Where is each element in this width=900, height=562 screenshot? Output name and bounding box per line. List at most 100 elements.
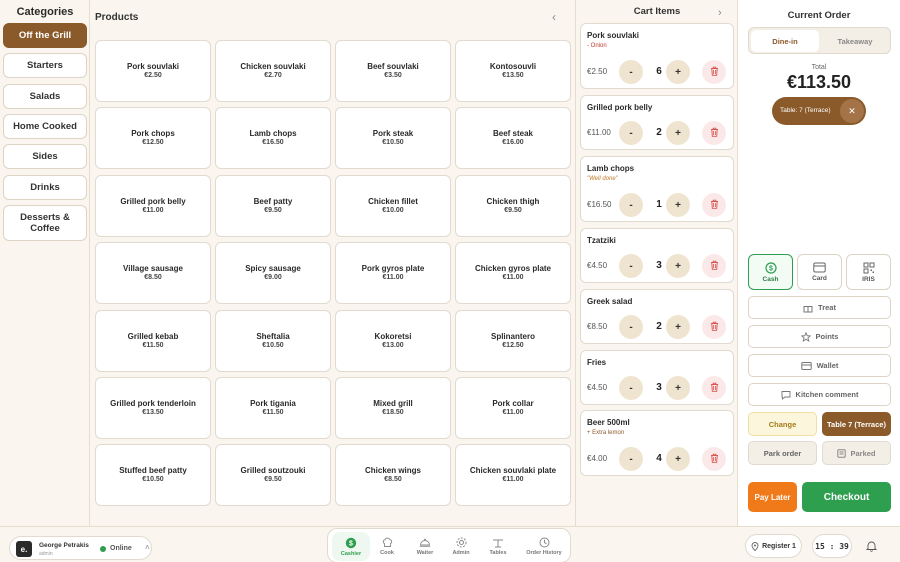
product-card[interactable]: Pork collar €11.00 <box>455 377 571 439</box>
main-nav: $ Cashier Cook Waiter Admin Tables Order… <box>327 528 571 562</box>
product-card[interactable]: Village sausage €8.50 <box>95 242 211 304</box>
product-card[interactable]: Grilled pork tenderloin €13.50 <box>95 377 211 439</box>
current-order-title: Current Order <box>787 10 851 21</box>
product-card[interactable]: Sheftalia €10.50 <box>215 310 331 372</box>
product-card[interactable]: Grilled pork belly €11.00 <box>95 175 211 237</box>
increase-qty-button[interactable]: + <box>666 193 690 217</box>
remove-item-button[interactable] <box>702 254 726 278</box>
product-name: Spicy sausage <box>245 263 301 273</box>
qr-icon <box>863 262 874 273</box>
parked-button[interactable]: Parked <box>822 441 891 465</box>
product-card[interactable]: Chicken wings €8.50 <box>335 444 451 506</box>
categories-panel: Categories Off the Grill Starters Salads… <box>0 0 90 526</box>
product-card[interactable]: Spicy sausage €9.00 <box>215 242 331 304</box>
decrease-qty-button[interactable]: - <box>619 315 643 339</box>
takeaway-tab[interactable]: Takeaway <box>821 30 889 52</box>
wallet-button[interactable]: Wallet <box>748 354 891 377</box>
increase-qty-button[interactable]: + <box>666 315 690 339</box>
pay-later-button[interactable]: Pay Later <box>748 482 797 512</box>
product-card[interactable]: Beef patty €9.50 <box>215 175 331 237</box>
increase-qty-button[interactable]: + <box>666 254 690 278</box>
remove-item-button[interactable] <box>702 376 726 400</box>
product-card[interactable]: Pork gyros plate €11.00 <box>335 242 451 304</box>
product-card[interactable]: Stuffed beef patty €10.50 <box>95 444 211 506</box>
remove-item-button[interactable] <box>702 447 726 471</box>
trash-icon <box>710 318 719 336</box>
product-card[interactable]: Grilled soutzouki €9.50 <box>215 444 331 506</box>
dine-in-tab[interactable]: Dine-in <box>751 30 819 52</box>
chevron-left-icon[interactable]: ‹ <box>552 10 556 24</box>
checkout-button[interactable]: Checkout <box>802 482 891 512</box>
table-button[interactable]: Table 7 (Terrace) <box>822 412 891 436</box>
chevron-up-icon[interactable]: ˄ <box>145 543 150 552</box>
product-card[interactable]: Pork steak €10.50 <box>335 107 451 169</box>
remove-item-button[interactable] <box>702 121 726 145</box>
pay-iris-button[interactable]: IRIS <box>846 254 891 290</box>
decrease-qty-button[interactable]: - <box>619 121 643 145</box>
product-name: Pork gyros plate <box>361 263 425 273</box>
product-card[interactable]: Chicken gyros plate €11.00 <box>455 242 571 304</box>
product-card[interactable]: Chicken fillet €10.00 <box>335 175 451 237</box>
decrease-qty-button[interactable]: - <box>619 254 643 278</box>
decrease-qty-button[interactable]: - <box>619 60 643 84</box>
change-button[interactable]: Change <box>748 412 817 436</box>
category-salads[interactable]: Salads <box>3 84 87 109</box>
product-card[interactable]: Pork souvlaki €2.50 <box>95 40 211 102</box>
product-card[interactable]: Pork chops €12.50 <box>95 107 211 169</box>
decrease-qty-button[interactable]: - <box>619 193 643 217</box>
park-order-button[interactable]: Park order <box>748 441 817 465</box>
product-card[interactable]: Lamb chops €16.50 <box>215 107 331 169</box>
product-card[interactable]: Chicken thigh €9.50 <box>455 175 571 237</box>
register-button[interactable]: Register 1 <box>745 534 802 558</box>
product-card[interactable]: Kontosouvli €13.50 <box>455 40 571 102</box>
product-card[interactable]: Pork tigania €11.50 <box>215 377 331 439</box>
category-desserts-coffee[interactable]: Desserts & Coffee <box>3 205 87 241</box>
product-card[interactable]: Kokoretsi €13.00 <box>335 310 451 372</box>
nav-tables[interactable]: Tables <box>482 532 514 561</box>
product-price: €16.00 <box>502 139 524 147</box>
chevron-right-icon[interactable]: › <box>718 7 722 19</box>
treat-button[interactable]: Treat <box>748 296 891 319</box>
user-menu[interactable]: e. George Petrakis admin Online ˄ <box>9 536 152 560</box>
nav-cashier-label: Cashier <box>340 550 362 557</box>
product-card[interactable]: Mixed grill €18.50 <box>335 377 451 439</box>
total-label: Total <box>811 64 827 71</box>
product-name: Chicken souvlaki <box>240 61 306 71</box>
pay-card-button[interactable]: Card <box>797 254 842 290</box>
remove-item-button[interactable] <box>702 315 726 339</box>
category-off-the-grill[interactable]: Off the Grill <box>3 23 87 48</box>
decrease-qty-button[interactable]: - <box>619 447 643 471</box>
product-card[interactable]: Chicken souvlaki plate €11.00 <box>455 444 571 506</box>
cart-item-price: €4.50 <box>587 383 608 392</box>
category-drinks[interactable]: Drinks <box>3 175 87 200</box>
nav-waiter[interactable]: Waiter <box>408 532 442 561</box>
product-name: Grilled soutzouki <box>240 465 306 475</box>
product-card[interactable]: Splinantero €12.50 <box>455 310 571 372</box>
bell-icon[interactable] <box>859 534 883 558</box>
kitchen-comment-button[interactable]: Kitchen comment <box>748 383 891 406</box>
decrease-qty-button[interactable]: - <box>619 376 643 400</box>
product-card[interactable]: Grilled kebab €11.50 <box>95 310 211 372</box>
increase-qty-button[interactable]: + <box>666 60 690 84</box>
product-card[interactable]: Chicken souvlaki €2.70 <box>215 40 331 102</box>
increase-qty-button[interactable]: + <box>666 121 690 145</box>
close-icon[interactable]: ✕ <box>840 99 864 123</box>
category-starters[interactable]: Starters <box>3 53 87 78</box>
pay-cash-button[interactable]: $ Cash <box>748 254 793 290</box>
remove-item-button[interactable] <box>702 60 726 84</box>
increase-qty-button[interactable]: + <box>666 447 690 471</box>
increase-qty-button[interactable]: + <box>666 376 690 400</box>
nav-cook[interactable]: Cook <box>372 532 402 561</box>
nav-cashier[interactable]: $ Cashier <box>332 532 370 561</box>
points-button[interactable]: Points <box>748 325 891 348</box>
nav-admin-label: Admin <box>452 550 470 556</box>
product-price: €13.50 <box>142 409 164 417</box>
nav-order-history[interactable]: Order History <box>520 532 568 561</box>
product-card[interactable]: Beef steak €16.00 <box>455 107 571 169</box>
category-home-cooked[interactable]: Home Cooked <box>3 114 87 139</box>
product-card[interactable]: Beef souvlaki €3.50 <box>335 40 451 102</box>
nav-admin[interactable]: Admin <box>446 532 476 561</box>
table-chip[interactable]: Table: 7 (Terrace) ✕ <box>772 97 866 125</box>
remove-item-button[interactable] <box>702 193 726 217</box>
category-sides[interactable]: Sides <box>3 144 87 169</box>
